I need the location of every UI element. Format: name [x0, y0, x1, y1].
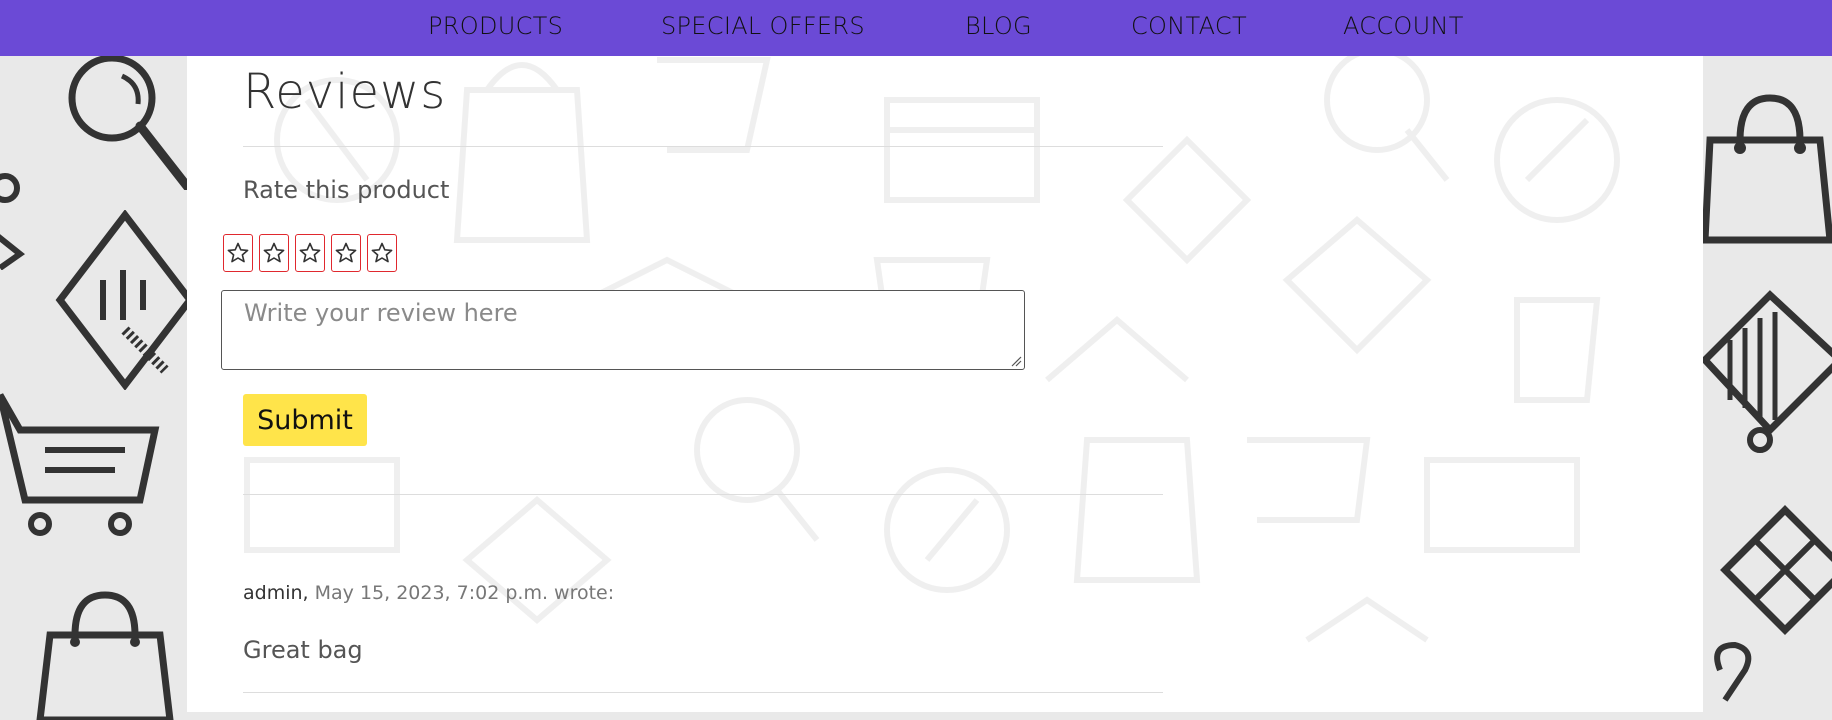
magnifier-icon	[68, 54, 195, 190]
divider	[243, 692, 1163, 693]
reviews-title: Reviews	[243, 64, 447, 120]
divider	[243, 146, 1163, 147]
laptop-icon	[55, 210, 195, 390]
review-author: admin,	[243, 582, 309, 604]
nav-item-account[interactable]: ACCOUNT	[1343, 12, 1464, 40]
review-placeholder: Write your review here	[244, 299, 518, 327]
star-outline-icon	[335, 242, 357, 263]
divider	[243, 494, 1163, 495]
nav-item-special-offers[interactable]: SPECIAL OFFERS	[661, 12, 865, 40]
shopping-bag-icon	[36, 591, 174, 720]
star-rating-3[interactable]	[295, 234, 325, 272]
tag-icon	[0, 173, 26, 270]
review-meta: admin, May 15, 2023, 7:02 p.m. wrote:	[243, 582, 614, 604]
shopping-bag-icon	[1701, 94, 1832, 244]
star-rating-1[interactable]	[223, 234, 253, 272]
star-rating-5[interactable]	[367, 234, 397, 272]
star-rating-2[interactable]	[259, 234, 289, 272]
hanger-icon	[1714, 641, 1752, 702]
star-rating	[223, 234, 397, 272]
cart-icon	[0, 393, 160, 536]
review-body: Great bag	[243, 636, 363, 664]
star-outline-icon	[263, 242, 285, 263]
rate-product-label: Rate this product	[243, 176, 450, 204]
review-date: May 15, 2023, 7:02 p.m. wrote:	[314, 582, 615, 604]
top-navbar: PRODUCTS SPECIAL OFFERS BLOG CONTACT ACC…	[0, 0, 1832, 56]
nav-item-contact[interactable]: CONTACT	[1131, 12, 1247, 40]
submit-button[interactable]: Submit	[243, 394, 367, 446]
nav-item-products[interactable]: PRODUCTS	[428, 12, 563, 40]
review-textarea[interactable]: Write your review here	[221, 290, 1025, 370]
gift-box-icon	[1720, 505, 1832, 635]
star-outline-icon	[371, 242, 393, 263]
star-outline-icon	[299, 242, 321, 263]
star-outline-icon	[227, 242, 249, 263]
gift-box-icon	[1700, 290, 1832, 453]
resize-grip-icon[interactable]	[1010, 355, 1022, 367]
star-rating-4[interactable]	[331, 234, 361, 272]
nav-item-blog[interactable]: BLOG	[965, 12, 1032, 40]
